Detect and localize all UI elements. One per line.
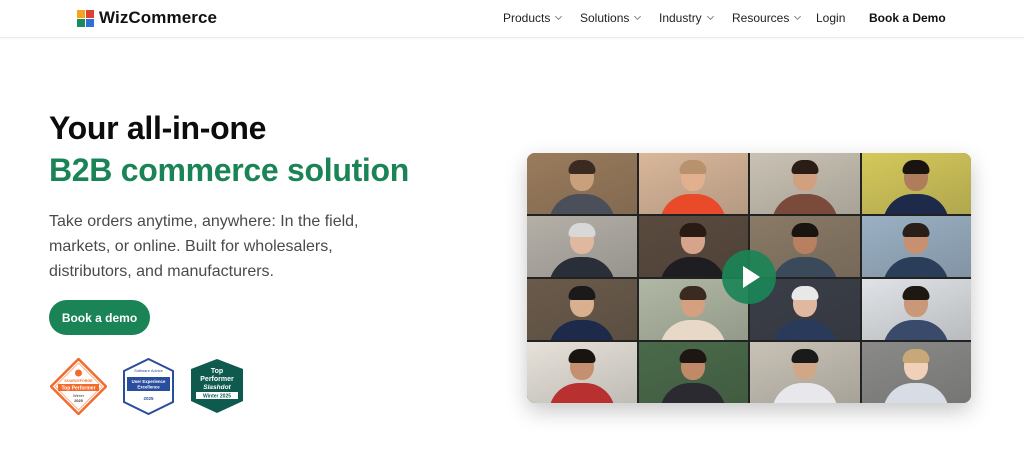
participant-hair — [679, 160, 707, 174]
participant-body — [548, 320, 615, 340]
play-button[interactable] — [722, 250, 776, 304]
participant-body — [548, 194, 615, 214]
software-advice-year: 2025 — [143, 396, 154, 401]
sourceforge-brand: SOURCEFORGE — [64, 379, 93, 383]
participant-hair — [791, 160, 819, 174]
participant-video-tile — [861, 153, 971, 214]
chevron-down-icon — [555, 12, 563, 21]
participant-hair — [902, 160, 930, 174]
participant-hair — [679, 223, 707, 237]
nav-solutions-label: Solutions — [580, 11, 630, 25]
participant-body — [660, 383, 727, 403]
participant-body — [548, 257, 615, 277]
nav-book-demo-label: Book a Demo — [869, 11, 946, 25]
participant-hair — [791, 349, 819, 363]
participant-body — [883, 383, 950, 403]
nav-solutions[interactable]: Solutions — [580, 11, 642, 25]
hero-title-line2: B2B commerce solution — [49, 152, 410, 188]
participant-video-tile — [750, 342, 860, 403]
nav-products-label: Products — [503, 11, 551, 25]
nav-industry-label: Industry — [659, 11, 702, 25]
sourceforge-year: 2025 — [74, 399, 82, 403]
participant-hair — [902, 286, 930, 300]
play-icon — [743, 266, 760, 288]
nav-resources[interactable]: Resources — [732, 11, 802, 25]
participant-body — [548, 383, 615, 403]
site-header: WizCommerce Products Solutions Industry … — [0, 0, 1024, 38]
participant-body — [771, 320, 838, 340]
hero-title-line1: Your all-in-one — [49, 110, 267, 146]
chevron-down-icon — [634, 12, 642, 21]
participant-hair — [902, 223, 930, 237]
nav-industry[interactable]: Industry — [659, 11, 714, 25]
chevron-down-icon — [794, 12, 802, 21]
book-demo-button[interactable]: Book a demo — [49, 300, 150, 335]
nav-products[interactable]: Products — [503, 11, 563, 25]
participant-body — [883, 257, 950, 277]
participant-body — [660, 194, 727, 214]
participant-hair — [902, 349, 930, 363]
slashdot-season: Winter 2025 — [203, 394, 231, 400]
participant-video-tile — [527, 216, 637, 277]
participant-video-tile — [861, 216, 971, 277]
participant-body — [660, 257, 727, 277]
slashdot-badge: Top Performer Slashdot Winter 2025 — [190, 358, 244, 414]
brand-logo[interactable]: WizCommerce — [77, 7, 217, 29]
wizcommerce-logo-icon — [77, 9, 94, 27]
participant-body — [660, 320, 727, 340]
participant-hair — [791, 223, 819, 237]
participant-video-tile — [861, 342, 971, 403]
participant-hair — [568, 223, 596, 237]
participant-video-tile — [527, 342, 637, 403]
brand-name: WizCommerce — [99, 8, 218, 27]
chevron-down-icon — [706, 12, 714, 21]
participant-hair — [568, 349, 596, 363]
slashdot-line2: Performer — [200, 376, 234, 383]
sourceforge-title: Top Performer — [61, 386, 95, 392]
software-advice-line2: Excellence — [137, 385, 160, 390]
participant-video-tile — [861, 279, 971, 340]
nav-book-demo-button[interactable]: Book a Demo — [869, 11, 946, 25]
participant-hair — [568, 286, 596, 300]
software-advice-badge: Software Advice User Experience Excellen… — [123, 357, 174, 416]
software-advice-line1: User Experience — [132, 379, 166, 384]
participant-video-tile — [638, 342, 748, 403]
participant-body — [771, 383, 838, 403]
nav-login-label: Login — [816, 11, 846, 25]
slashdot-brand: Slashdot — [203, 384, 231, 391]
participant-body — [771, 257, 838, 277]
sourceforge-season: Winter — [73, 394, 85, 398]
participant-hair — [679, 286, 707, 300]
participant-hair — [791, 286, 819, 300]
participant-body — [771, 194, 838, 214]
nav-resources-label: Resources — [732, 11, 790, 25]
participant-body — [883, 194, 950, 214]
hero-description: Take orders anytime, anywhere: In the fi… — [49, 213, 359, 280]
participant-body — [883, 320, 950, 340]
software-advice-brand: Software Advice — [134, 368, 163, 373]
participant-video-tile — [527, 279, 637, 340]
slashdot-line1: Top — [211, 368, 223, 375]
participant-hair — [679, 349, 707, 363]
participant-video-tile — [750, 153, 860, 214]
nav-login[interactable]: Login — [816, 11, 845, 25]
participant-hair — [568, 160, 596, 174]
sourceforge-badge: SOURCEFORGE Top Performer Winter 2025 — [49, 357, 108, 416]
participant-video-tile — [527, 153, 637, 214]
participant-video-tile — [638, 153, 748, 214]
